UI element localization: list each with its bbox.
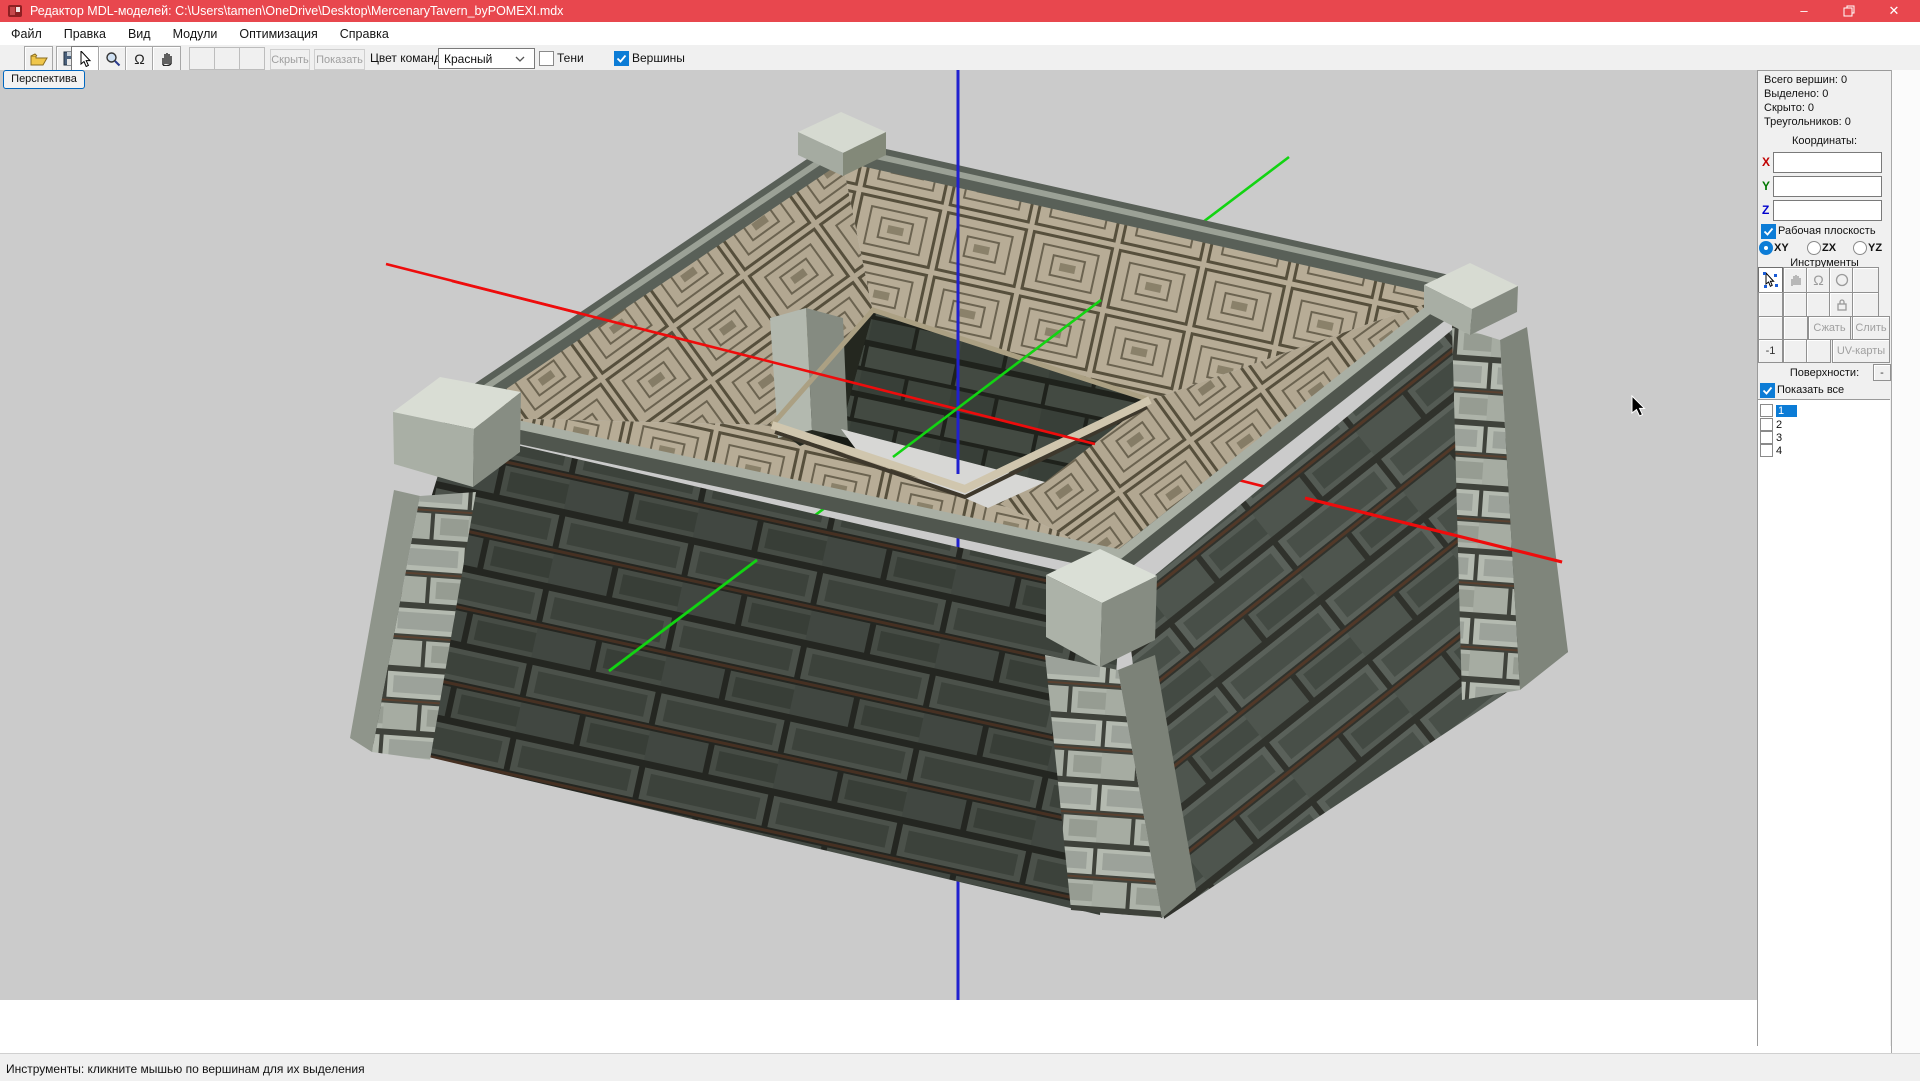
work-plane-label: Рабочая плоскость xyxy=(1778,225,1876,237)
surface-label[interactable]: 2 xyxy=(1776,419,1782,431)
surface-list-item[interactable]: 2 xyxy=(1760,418,1782,431)
surface-checkbox[interactable] xyxy=(1760,431,1773,444)
rotate-vertices-tool-button[interactable]: Ω xyxy=(1806,267,1831,293)
y-coordinate-field[interactable] xyxy=(1773,176,1882,197)
plane-zx-label: ZX xyxy=(1822,242,1836,254)
plane-yz-radio[interactable] xyxy=(1853,241,1867,255)
z-axis-label: Z xyxy=(1762,203,1769,217)
compress-button[interactable]: Сжать xyxy=(1808,316,1851,340)
rotate-omega-icon: Ω xyxy=(1813,272,1823,288)
viewport-footer-space xyxy=(0,1000,1757,1054)
plane-xy-label: XY xyxy=(1774,242,1789,254)
coordinates-label: Координаты: xyxy=(1758,135,1891,147)
select-vertices-tool-button[interactable] xyxy=(1758,267,1783,293)
x-coordinate-field[interactable] xyxy=(1773,152,1882,173)
stat-selected: Выделено: 0 xyxy=(1764,88,1828,100)
surface-label[interactable]: 3 xyxy=(1776,432,1782,444)
surfaces-list[interactable]: 1 2 3 4 xyxy=(1758,399,1890,1047)
close-button[interactable]: ✕ xyxy=(1872,0,1916,22)
surfaces-minus-button[interactable]: - xyxy=(1873,364,1891,381)
restore-icon xyxy=(1843,5,1855,17)
x-axis-label: X xyxy=(1762,155,1770,169)
pan-vertices-tool-button[interactable] xyxy=(1783,267,1808,293)
stat-total-vertices: Всего вершин: 0 xyxy=(1764,74,1847,86)
z-coordinate-field[interactable] xyxy=(1773,200,1882,221)
tool-empty-slot xyxy=(1783,339,1808,363)
surfaces-label: Поверхности: xyxy=(1758,367,1891,379)
minus-one-button[interactable]: -1 xyxy=(1758,339,1783,363)
y-axis-label: Y xyxy=(1762,179,1770,193)
surface-list-item[interactable]: 4 xyxy=(1760,444,1782,457)
surface-list-item[interactable]: 1 xyxy=(1760,404,1797,417)
status-text: Инструменты: кликните мышью по вершинам … xyxy=(6,1062,365,1076)
perspective-button[interactable]: Перспектива xyxy=(3,70,85,89)
model-3d[interactable] xyxy=(0,0,1757,1000)
tool-empty-slot xyxy=(1783,292,1808,317)
select-vertices-icon xyxy=(1763,272,1778,289)
plane-xy-radio[interactable] xyxy=(1759,241,1773,255)
tool-empty-slot xyxy=(1758,292,1783,317)
tool-empty-slot xyxy=(1852,267,1879,293)
tools-panel: Всего вершин: 0 Выделено: 0 Скрыто: 0 Тр… xyxy=(1757,70,1891,1046)
circle-icon xyxy=(1835,273,1849,287)
lock-tool-button[interactable] xyxy=(1829,292,1854,317)
show-all-label: Показать все xyxy=(1777,384,1844,396)
merge-button[interactable]: Слить xyxy=(1852,316,1890,340)
mouse-cursor-icon xyxy=(1632,396,1645,416)
status-bar: Инструменты: кликните мышью по вершинам … xyxy=(0,1053,1920,1081)
stat-hidden: Скрыто: 0 xyxy=(1764,102,1814,114)
lock-icon xyxy=(1836,298,1848,311)
stat-triangles: Треугольников: 0 xyxy=(1764,116,1851,128)
panel-gutter xyxy=(1891,70,1920,1053)
tool-empty-slot xyxy=(1758,316,1783,340)
plane-yz-label: YZ xyxy=(1868,242,1882,254)
surface-label-selected[interactable]: 1 xyxy=(1776,405,1797,417)
surface-checkbox[interactable] xyxy=(1760,418,1773,431)
tool-empty-slot xyxy=(1806,292,1831,317)
tool-empty-slot xyxy=(1852,292,1879,317)
scale-tool-button[interactable] xyxy=(1829,267,1854,293)
surface-label[interactable]: 4 xyxy=(1776,445,1782,457)
surface-checkbox[interactable] xyxy=(1760,444,1773,457)
minimize-button[interactable]: – xyxy=(1782,0,1826,22)
uv-maps-button[interactable]: UV-карты xyxy=(1832,339,1890,363)
tool-empty-slot xyxy=(1806,339,1831,363)
surface-list-item[interactable]: 3 xyxy=(1760,431,1782,444)
surface-checkbox[interactable] xyxy=(1760,404,1773,417)
show-all-checkbox[interactable] xyxy=(1760,383,1775,398)
hand-icon xyxy=(1789,273,1802,287)
maximize-button[interactable] xyxy=(1827,0,1871,22)
work-plane-checkbox[interactable] xyxy=(1761,224,1776,239)
plane-zx-radio[interactable] xyxy=(1807,241,1821,255)
tool-empty-slot xyxy=(1783,316,1808,340)
